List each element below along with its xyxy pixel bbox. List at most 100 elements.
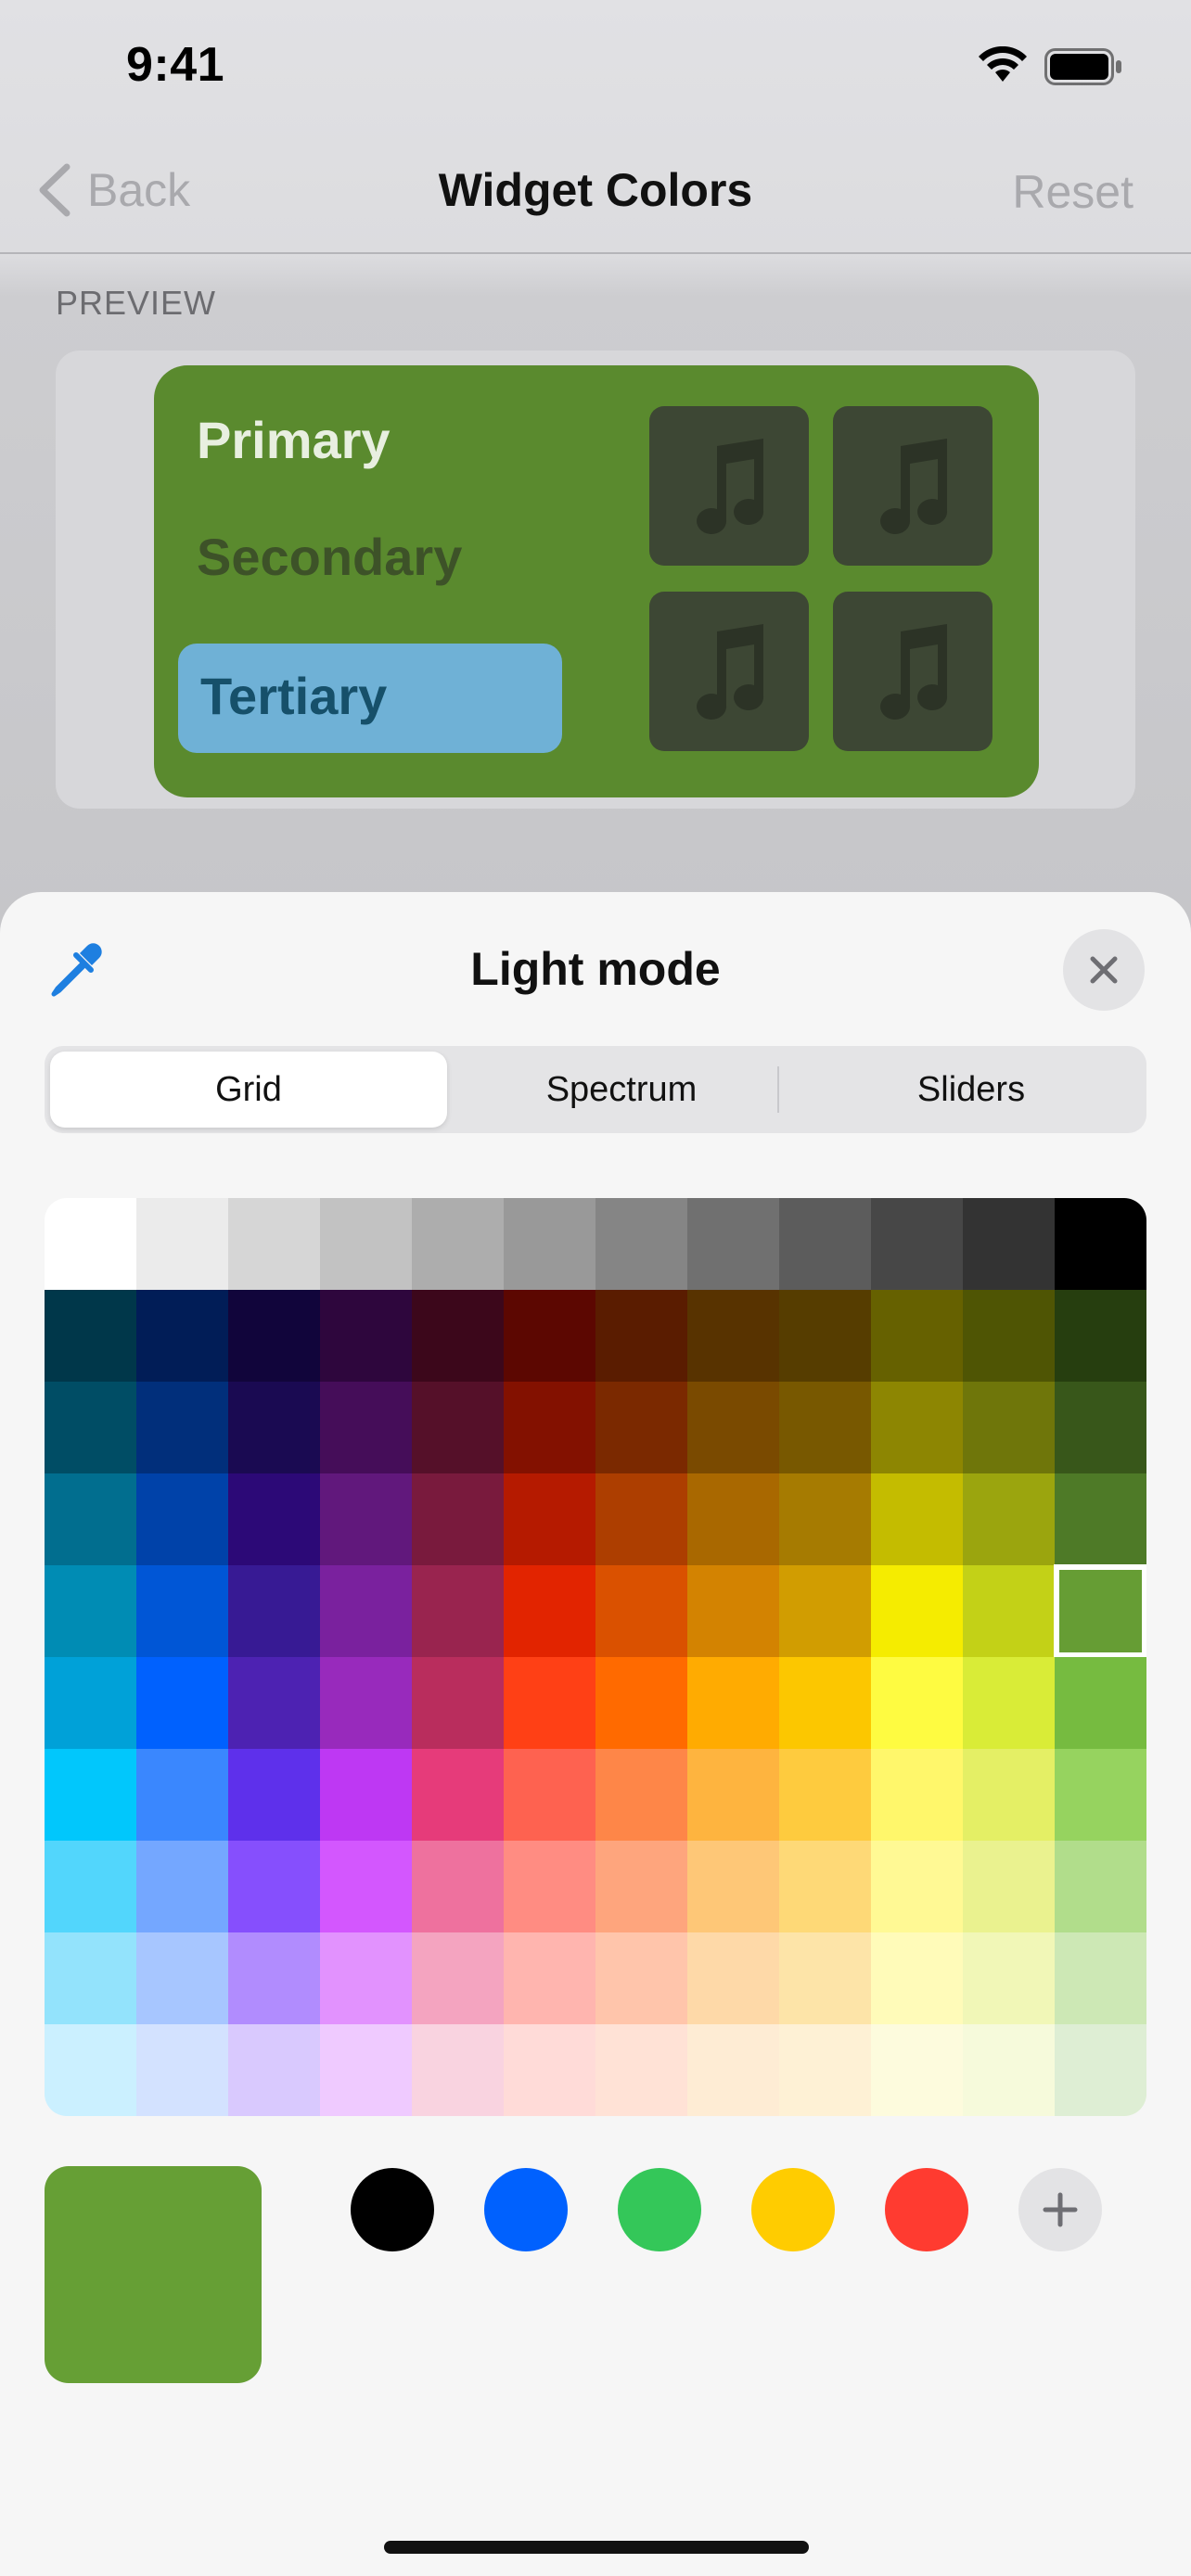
color-cell[interactable] xyxy=(45,1198,136,1290)
color-cell[interactable] xyxy=(963,2024,1055,2116)
color-cell[interactable] xyxy=(412,1198,504,1290)
color-cell[interactable] xyxy=(228,1841,320,1932)
color-cell[interactable] xyxy=(779,1290,871,1382)
color-cell[interactable] xyxy=(136,1290,228,1382)
color-cell[interactable] xyxy=(1054,1564,1146,1658)
color-cell[interactable] xyxy=(320,1290,412,1382)
color-cell[interactable] xyxy=(596,1473,687,1565)
color-cell[interactable] xyxy=(871,1932,963,2024)
color-cell[interactable] xyxy=(45,1290,136,1382)
color-cell[interactable] xyxy=(963,1198,1055,1290)
tab-sliders[interactable]: Sliders xyxy=(796,1052,1146,1128)
color-cell[interactable] xyxy=(504,1382,596,1473)
color-cell[interactable] xyxy=(1055,1932,1146,2024)
color-cell[interactable] xyxy=(687,1657,779,1749)
color-cell[interactable] xyxy=(871,1473,963,1565)
color-cell[interactable] xyxy=(504,1749,596,1841)
color-cell[interactable] xyxy=(504,2024,596,2116)
preset-red[interactable] xyxy=(885,2168,968,2251)
color-cell[interactable] xyxy=(412,2024,504,2116)
close-button[interactable] xyxy=(1063,929,1145,1011)
color-cell[interactable] xyxy=(871,1198,963,1290)
color-cell[interactable] xyxy=(504,1932,596,2024)
color-cell[interactable] xyxy=(963,1565,1055,1657)
color-cell[interactable] xyxy=(504,1841,596,1932)
color-cell[interactable] xyxy=(228,1290,320,1382)
color-cell[interactable] xyxy=(596,1382,687,1473)
color-cell[interactable] xyxy=(963,1382,1055,1473)
color-cell[interactable] xyxy=(1055,1382,1146,1473)
color-cell[interactable] xyxy=(228,1473,320,1565)
color-cell[interactable] xyxy=(687,1932,779,2024)
color-cell[interactable] xyxy=(963,1657,1055,1749)
color-cell[interactable] xyxy=(412,1841,504,1932)
color-cell[interactable] xyxy=(963,1932,1055,2024)
color-cell[interactable] xyxy=(871,2024,963,2116)
color-cell[interactable] xyxy=(596,1657,687,1749)
color-cell[interactable] xyxy=(228,1749,320,1841)
color-cell[interactable] xyxy=(228,1932,320,2024)
color-cell[interactable] xyxy=(320,1749,412,1841)
tab-spectrum[interactable]: Spectrum xyxy=(447,1052,796,1128)
color-cell[interactable] xyxy=(871,1565,963,1657)
color-cell[interactable] xyxy=(779,1841,871,1932)
color-cell[interactable] xyxy=(320,1473,412,1565)
color-cell[interactable] xyxy=(45,1565,136,1657)
color-cell[interactable] xyxy=(687,1290,779,1382)
color-cell[interactable] xyxy=(136,1841,228,1932)
color-cell[interactable] xyxy=(596,1290,687,1382)
color-cell[interactable] xyxy=(320,1657,412,1749)
color-cell[interactable] xyxy=(596,2024,687,2116)
color-cell[interactable] xyxy=(963,1473,1055,1565)
color-cell[interactable] xyxy=(136,1657,228,1749)
color-cell[interactable] xyxy=(871,1657,963,1749)
color-cell[interactable] xyxy=(779,1382,871,1473)
color-cell[interactable] xyxy=(228,2024,320,2116)
color-cell[interactable] xyxy=(136,2024,228,2116)
color-cell[interactable] xyxy=(871,1382,963,1473)
color-cell[interactable] xyxy=(228,1198,320,1290)
add-color-button[interactable] xyxy=(1018,2168,1102,2251)
color-cell[interactable] xyxy=(779,2024,871,2116)
color-cell[interactable] xyxy=(45,2024,136,2116)
color-cell[interactable] xyxy=(596,1565,687,1657)
color-cell[interactable] xyxy=(1055,2024,1146,2116)
color-cell[interactable] xyxy=(1055,1473,1146,1565)
color-cell[interactable] xyxy=(228,1657,320,1749)
color-cell[interactable] xyxy=(320,1198,412,1290)
color-cell[interactable] xyxy=(779,1473,871,1565)
color-cell[interactable] xyxy=(412,1565,504,1657)
color-cell[interactable] xyxy=(412,1382,504,1473)
color-cell[interactable] xyxy=(871,1749,963,1841)
color-cell[interactable] xyxy=(136,1198,228,1290)
color-cell[interactable] xyxy=(687,1473,779,1565)
color-cell[interactable] xyxy=(45,1473,136,1565)
color-cell[interactable] xyxy=(963,1290,1055,1382)
color-cell[interactable] xyxy=(1055,1749,1146,1841)
color-cell[interactable] xyxy=(504,1473,596,1565)
color-cell[interactable] xyxy=(412,1657,504,1749)
color-cell[interactable] xyxy=(228,1382,320,1473)
color-cell[interactable] xyxy=(871,1841,963,1932)
color-cell[interactable] xyxy=(963,1841,1055,1932)
color-cell[interactable] xyxy=(504,1290,596,1382)
color-cell[interactable] xyxy=(687,1382,779,1473)
preset-black[interactable] xyxy=(351,2168,434,2251)
color-cell[interactable] xyxy=(320,1932,412,2024)
color-cell[interactable] xyxy=(871,1290,963,1382)
color-cell[interactable] xyxy=(228,1565,320,1657)
color-cell[interactable] xyxy=(320,2024,412,2116)
tab-grid[interactable]: Grid xyxy=(50,1052,447,1128)
color-cell[interactable] xyxy=(596,1749,687,1841)
preset-blue[interactable] xyxy=(484,2168,568,2251)
color-cell[interactable] xyxy=(504,1657,596,1749)
color-cell[interactable] xyxy=(1055,1657,1146,1749)
color-cell[interactable] xyxy=(596,1841,687,1932)
color-cell[interactable] xyxy=(779,1565,871,1657)
color-cell[interactable] xyxy=(136,1749,228,1841)
color-cell[interactable] xyxy=(687,1841,779,1932)
color-cell[interactable] xyxy=(687,2024,779,2116)
reset-button[interactable]: Reset xyxy=(1012,165,1133,219)
color-cell[interactable] xyxy=(596,1198,687,1290)
color-cell[interactable] xyxy=(136,1565,228,1657)
